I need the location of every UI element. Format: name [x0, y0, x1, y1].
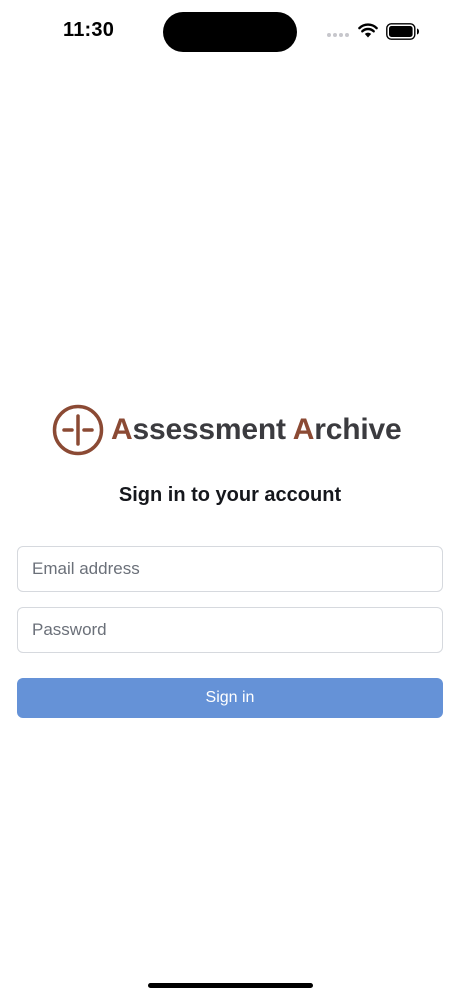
wifi-icon: [358, 23, 378, 38]
dynamic-island: [163, 12, 297, 52]
home-indicator[interactable]: [148, 983, 313, 988]
battery-icon: [386, 23, 419, 40]
cellular-signal-icon: [327, 33, 351, 39]
brand-lockup: Assessment Archive: [52, 404, 412, 458]
sign-in-screen: 11:30 Assessment Archive Sign in to your…: [0, 0, 460, 997]
app-name-part-2: rchive: [314, 413, 402, 446]
status-time: 11:30: [63, 19, 115, 41]
app-name-part-1: ssessment: [132, 413, 293, 446]
status-bar: 11:30: [0, 0, 460, 62]
circle-crosshair-logo-icon: [52, 404, 104, 456]
app-name: Assessment Archive: [111, 413, 402, 447]
page-title: Sign in to your account: [118, 484, 342, 506]
app-name-initial-2: A: [292, 413, 315, 446]
email-field[interactable]: [17, 546, 443, 592]
app-name-initial-1: A: [111, 413, 133, 446]
password-field[interactable]: [17, 607, 443, 653]
sign-in-button[interactable]: Sign in: [17, 678, 443, 718]
